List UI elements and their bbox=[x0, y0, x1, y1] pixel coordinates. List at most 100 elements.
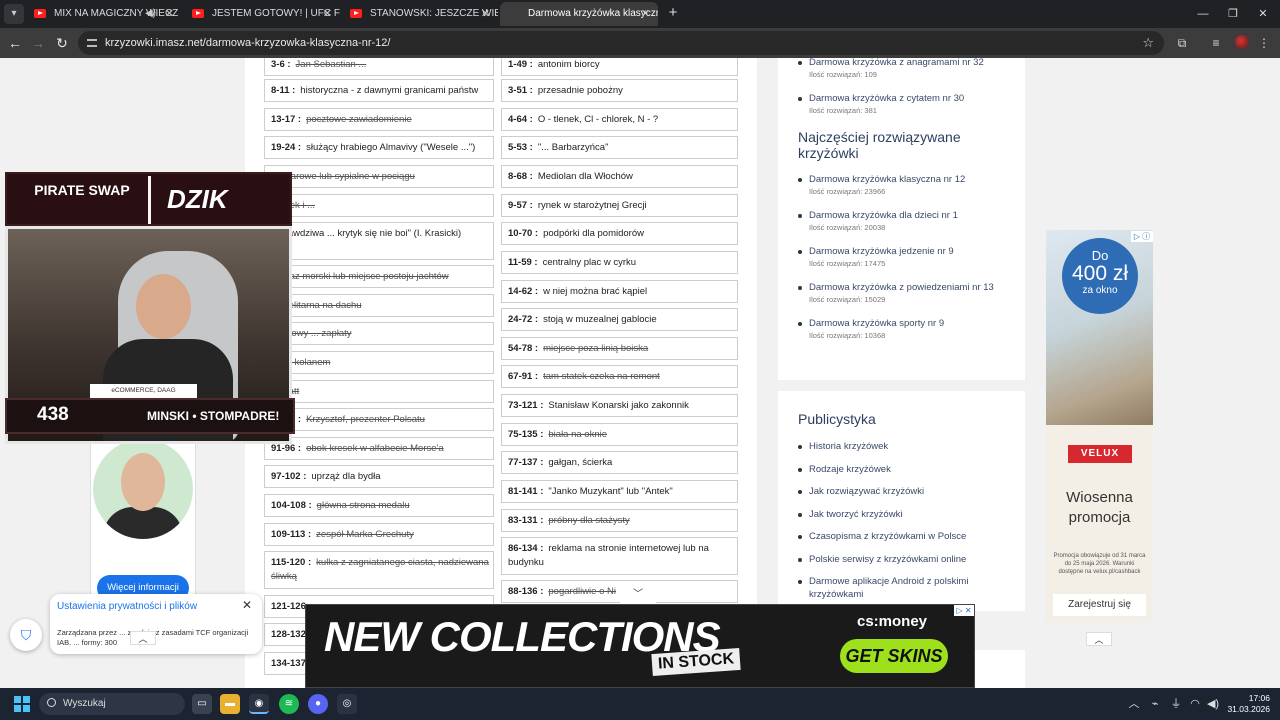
crossword-link[interactable]: Darmowa krzyżówka jedzenie nr 9 bbox=[809, 245, 1018, 258]
clue-item[interactable]: 115-120 : kulka z zagniatanego ciasta, na… bbox=[264, 551, 494, 589]
article-link[interactable]: Czasopisma z krzyżówkami w Polsce bbox=[809, 530, 1018, 543]
file-explorer-icon[interactable]: ▬ bbox=[220, 694, 240, 714]
clue-item[interactable]: 73-121 : Stanisław Konarski jako zakonnik bbox=[501, 394, 738, 417]
close-icon[interactable]: ✕ bbox=[481, 2, 490, 26]
clue-item[interactable]: 1-49 : antonim biorcy bbox=[501, 58, 738, 76]
new-tab-button[interactable]: + bbox=[664, 5, 682, 23]
taskbar-search[interactable]: Wyszukaj bbox=[39, 693, 185, 715]
menu-kebab-icon[interactable]: ⋮ bbox=[1256, 35, 1272, 51]
tab-1[interactable]: MIX NA MAGICZNY WIECZ ◀) ✕ bbox=[26, 2, 182, 26]
clue-item[interactable]: 3-51 : przesadnie pobożny bbox=[501, 79, 738, 102]
get-skins-button[interactable]: GET SKINS bbox=[840, 639, 948, 673]
list-item[interactable]: Darmowa krzyżówka z anagramami nr 32 Ilo… bbox=[798, 58, 1018, 81]
close-icon[interactable]: ✕ bbox=[641, 2, 650, 26]
crossword-link[interactable]: Darmowa krzyżówka dla dzieci nr 1 bbox=[809, 209, 1018, 222]
minimize-button[interactable]: — bbox=[1192, 4, 1214, 24]
adchoices-icon[interactable]: ▷ ✕ bbox=[954, 605, 974, 616]
clue-item[interactable]: satelitarna na dachu bbox=[264, 294, 494, 317]
close-icon[interactable]: ✕ bbox=[242, 598, 252, 612]
windows-start-icon[interactable] bbox=[14, 696, 30, 712]
ad-register-button[interactable]: Zarejestruj się bbox=[1053, 594, 1146, 616]
close-icon[interactable]: ✕ bbox=[323, 2, 332, 26]
clue-item[interactable]: 19-24 : służący hrabiego Almavivy ("Wesel… bbox=[264, 136, 494, 159]
close-window-button[interactable]: ✕ bbox=[1252, 4, 1274, 24]
list-item[interactable]: Historia krzyżówek bbox=[798, 440, 1018, 453]
list-item[interactable]: Czasopisma z krzyżówkami w Polsce bbox=[798, 530, 1018, 543]
list-item[interactable]: Darmowa krzyżówka z powiedzeniami nr 13 … bbox=[798, 281, 1018, 306]
tab-search-button[interactable]: ▾ bbox=[4, 4, 24, 24]
back-button[interactable]: ← bbox=[5, 33, 25, 53]
clue-item[interactable]: 3-6 : Jan Sebastian ... bbox=[264, 58, 494, 76]
article-link[interactable]: Darmowe aplikacje Android z polskimi krz… bbox=[809, 575, 1018, 601]
reload-button[interactable]: ↻ bbox=[52, 33, 72, 53]
clue-item[interactable]: 97-102 : uprząż dla bydła bbox=[264, 465, 494, 488]
crossword-link[interactable]: Darmowa krzyżówka z powiedzeniami nr 13 bbox=[809, 281, 1018, 294]
speaker-icon[interactable]: ◀) bbox=[145, 2, 156, 26]
crossword-link[interactable]: Darmowa krzyżówka sporty nr 9 bbox=[809, 317, 1018, 330]
clue-item[interactable]: 9-57 : rynek w starożytnej Grecji bbox=[501, 194, 738, 217]
list-item[interactable]: Jak tworzyć krzyżówki bbox=[798, 508, 1018, 521]
clue-item[interactable]: 83-131 : próbny dla stażysty bbox=[501, 509, 738, 532]
clue-item[interactable]: 81-141 : "Janko Muzykant" lub "Antek" bbox=[501, 480, 738, 503]
site-info-icon[interactable] bbox=[87, 39, 97, 47]
chevron-up-icon[interactable]: ︿ bbox=[130, 631, 156, 645]
crossword-link[interactable]: Darmowa krzyżówka z anagramami nr 32 bbox=[809, 58, 1018, 69]
clue-item[interactable]: 75-135 : biała na oknie bbox=[501, 423, 738, 446]
clue-item[interactable]: 13-17 : pocztowe zawiadomienie bbox=[264, 108, 494, 131]
list-item[interactable]: Polskie serwisy z krzyżówkami online bbox=[798, 553, 1018, 566]
ad-collapse-chevron-up-icon[interactable]: ︿ bbox=[1086, 632, 1112, 646]
list-item[interactable]: Darmowe aplikacje Android z polskimi krz… bbox=[798, 575, 1018, 601]
article-link[interactable]: Rodzaje krzyżówek bbox=[809, 463, 1018, 476]
obs-icon[interactable]: ◎ bbox=[337, 694, 357, 714]
clue-item[interactable]: Bolek i ... bbox=[264, 194, 494, 217]
microphone-icon[interactable]: ⏚ bbox=[1168, 696, 1184, 712]
clue-item[interactable]: 109-113 : zespół Marka Grechuty bbox=[264, 523, 494, 546]
spotify-icon[interactable]: ≋ bbox=[279, 694, 299, 714]
clue-item[interactable]: 14-62 :w niej można brać kąpiel bbox=[501, 280, 738, 303]
crossword-link[interactable]: Darmowa krzyżówka klasyczna nr 12 bbox=[809, 173, 1018, 186]
taskbar-clock[interactable]: 17:06 31.03.2026 bbox=[1226, 693, 1270, 715]
article-link[interactable]: Polskie serwisy z krzyżówkami online bbox=[809, 553, 1018, 566]
extensions-icon[interactable]: ⧉ bbox=[1174, 35, 1190, 51]
ad-collapse-chevron-down-icon[interactable]: ﹀ bbox=[620, 587, 656, 603]
clue-item[interactable]: 8-68 : Mediolan dla Włochów bbox=[501, 165, 738, 188]
clue-item[interactable]: 10-70 : podpórki dla pomidorów bbox=[501, 222, 738, 245]
clue-item[interactable]: 77-137 : gałgan, ścierka bbox=[501, 451, 738, 474]
list-item[interactable]: Darmowa krzyżówka dla dzieci nr 1 Ilość … bbox=[798, 209, 1018, 234]
clue-item[interactable]: towarowe lub sypialne w pociągu bbox=[264, 165, 494, 188]
forward-button[interactable]: → bbox=[28, 33, 48, 53]
clue-item[interactable]: "prawdziwa ... krytyk się nie boi" (I. K… bbox=[264, 222, 494, 260]
list-item[interactable]: Darmowa krzyżówka z cytatem nr 30 Ilość … bbox=[798, 92, 1018, 117]
clue-item[interactable]: 5-53 : "... Barbarzyńca" bbox=[501, 136, 738, 159]
clue-item[interactable]: 77-79 :Krzysztof, prezenter Polsatu bbox=[264, 408, 494, 431]
list-item[interactable]: Rodzaje krzyżówek bbox=[798, 463, 1018, 476]
clue-item[interactable]: 24-72 : stoją w muzealnej gablocie bbox=[501, 308, 738, 331]
volume-icon[interactable]: ◀) bbox=[1205, 696, 1221, 712]
clue-item[interactable]: 54-78 : miejsce poza linią boiska bbox=[501, 337, 738, 360]
clue-item[interactable]: 86-134 : reklama na stronie internetowej … bbox=[501, 537, 738, 575]
tray-chevron-up-icon[interactable]: ︿ bbox=[1126, 696, 1142, 712]
close-icon[interactable]: ✕ bbox=[165, 2, 174, 26]
restore-button[interactable]: ❐ bbox=[1222, 4, 1244, 24]
shield-icon[interactable]: ⛉ bbox=[10, 619, 42, 651]
velux-ad[interactable]: Do 400 zł za okno VELUX Wiosenna promocj… bbox=[1046, 230, 1153, 622]
network-icon[interactable]: ⌁ bbox=[1147, 696, 1163, 712]
adchoices-icon[interactable]: ▷ ⓘ bbox=[1131, 231, 1153, 242]
profile-avatar[interactable] bbox=[1235, 35, 1249, 49]
tab-3[interactable]: STANOWSKI: JESZCZE WIĘCEJ ✕ bbox=[342, 2, 498, 26]
clue-item[interactable]: ... latt bbox=[264, 380, 494, 403]
address-bar[interactable]: krzyzowki.imasz.net/darmowa-krzyzowka-kl… bbox=[78, 31, 1164, 55]
article-link[interactable]: Jak rozwiązywać krzyżówki bbox=[809, 485, 1018, 498]
chrome-icon[interactable]: ◉ bbox=[249, 694, 269, 714]
clue-item[interactable]: 67-91 : tam statek czeka na remont bbox=[501, 365, 738, 388]
discord-icon[interactable]: ● bbox=[308, 694, 328, 714]
clue-item[interactable]: 4-64 :O - tlenek, Cl - chlorek, N - ? bbox=[501, 108, 738, 131]
clue-item[interactable]: nad kolanem bbox=[264, 351, 494, 374]
tab-4-active[interactable]: Darmowa krzyżówka klasyczna ✕ bbox=[500, 2, 658, 26]
task-view-icon[interactable]: ▭ bbox=[192, 694, 212, 714]
list-item[interactable]: Jak rozwiązywać krzyżówki bbox=[798, 485, 1018, 498]
crossword-link[interactable]: Darmowa krzyżówka z cytatem nr 30 bbox=[809, 92, 1018, 105]
clue-item[interactable]: 104-108 : główna strona medalu bbox=[264, 494, 494, 517]
consent-title[interactable]: Ustawienia prywatności i plików bbox=[57, 600, 237, 614]
article-link[interactable]: Jak tworzyć krzyżówki bbox=[809, 508, 1018, 521]
